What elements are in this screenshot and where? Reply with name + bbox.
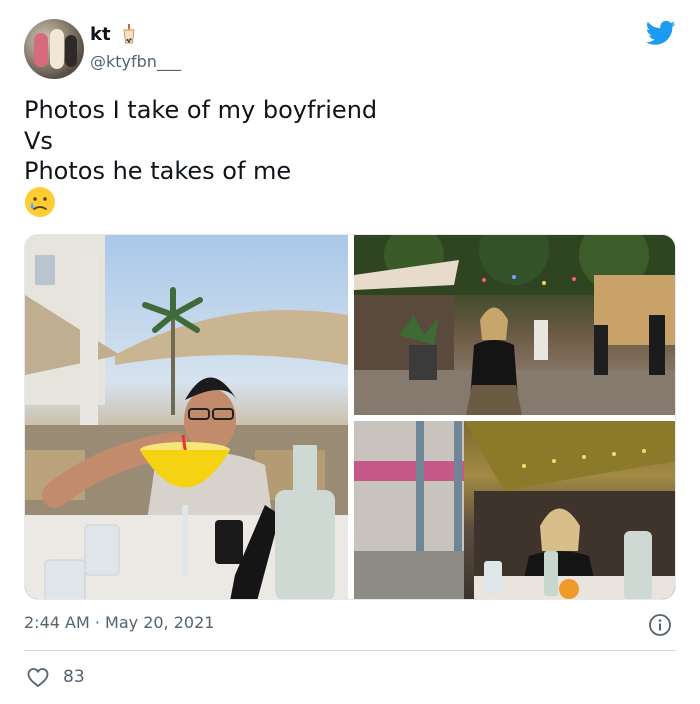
girlfriend-photo-table[interactable] — [354, 421, 675, 599]
boyfriend-photo-illustration — [25, 235, 348, 599]
tweet-line: Photos I take of my boyfriend — [24, 96, 378, 124]
tweet-timestamp[interactable]: 2:44 AM · May 20, 2021 — [24, 613, 214, 633]
display-name[interactable]: kt — [90, 24, 111, 46]
crying-face-icon — [25, 187, 55, 217]
avatar[interactable] — [24, 19, 84, 79]
info-icon[interactable] — [648, 613, 672, 637]
media-grid[interactable] — [24, 234, 676, 600]
twitter-bird-icon[interactable] — [644, 18, 678, 48]
tweet-line: Photos he takes of me — [24, 157, 292, 185]
boyfriend-photo[interactable] — [25, 235, 348, 599]
tweet-text: Photos I take of my boyfriend Vs Photos … — [24, 95, 377, 187]
heart-icon[interactable] — [26, 665, 50, 689]
girlfriend-street-illustration — [354, 235, 675, 415]
user-handle[interactable]: @ktyfbn___ — [90, 52, 181, 72]
tweet-line: Vs — [24, 126, 53, 155]
girlfriend-table-illustration — [354, 421, 675, 599]
like-count[interactable]: 83 — [63, 666, 85, 688]
girlfriend-photo-street[interactable] — [354, 235, 675, 415]
divider — [24, 650, 676, 651]
bubble-tea-icon — [123, 24, 135, 44]
